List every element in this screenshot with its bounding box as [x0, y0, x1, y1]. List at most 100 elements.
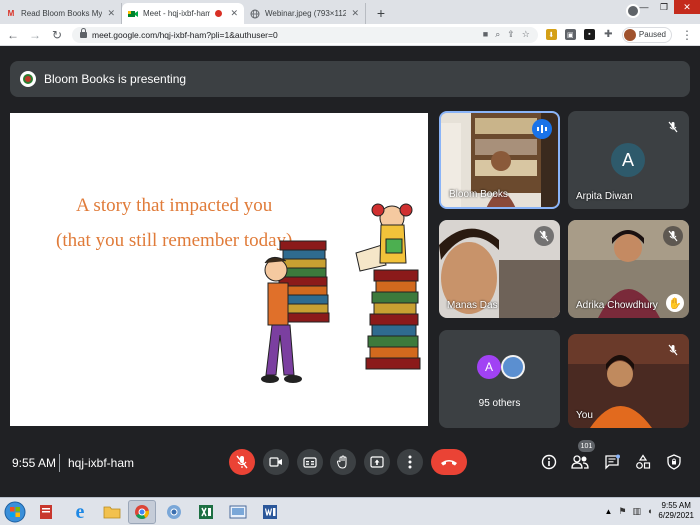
taskbar-app[interactable]: [224, 500, 252, 524]
reload-icon[interactable]: ↻: [50, 28, 64, 42]
presentation-slide[interactable]: A story that impacted you (that you stil…: [10, 113, 428, 426]
chrome-icon: [167, 505, 181, 519]
network-icon[interactable]: ▥: [632, 506, 641, 517]
back-arrow-icon[interactable]: ←: [6, 28, 20, 42]
pdf-app-icon: [40, 505, 52, 519]
close-tab-icon[interactable]: ✕: [107, 8, 115, 19]
action-center-flag-icon[interactable]: ⚑: [618, 506, 626, 517]
taskbar-app[interactable]: e: [66, 500, 94, 524]
tab-title: Meet - hqj-ixbf-ham: [143, 9, 211, 18]
participant-tile-manas-das[interactable]: Manas Das: [439, 220, 560, 318]
meeting-details-button[interactable]: [539, 452, 559, 472]
call-end-icon: [441, 460, 457, 466]
participant-tile-arpita-diwan[interactable]: A Arpita Diwan: [568, 111, 689, 209]
show-hidden-icons-icon[interactable]: ▲: [604, 507, 612, 516]
present-now-button[interactable]: [364, 449, 390, 475]
closed-captions-icon: [303, 456, 317, 468]
meeting-code: hqj-ixbf-ham: [68, 456, 135, 470]
participant-tile-adrika-chowdhury[interactable]: ✋ Adrika Chowdhury: [568, 220, 689, 318]
participant-tile-others[interactable]: A 95 others: [439, 330, 560, 428]
taskbar-app[interactable]: [98, 500, 126, 524]
taskbar-app[interactable]: [32, 500, 60, 524]
participant-name: Adrika Chowdhury: [576, 300, 658, 311]
profile-button[interactable]: Paused: [621, 26, 672, 43]
windows-taskbar: e ▲ ⚑ ▥ ◖ 9:55 AM 6/29/2021: [0, 497, 700, 525]
lock-icon[interactable]: [80, 27, 87, 38]
chrome-icon: [135, 505, 150, 519]
camera-in-use-icon[interactable]: ■: [483, 29, 488, 40]
tab-gmail[interactable]: M Read Bloom Books Mystery Read ✕: [0, 3, 122, 24]
zoom-icon[interactable]: ⌕: [495, 29, 500, 40]
avatar: [623, 28, 636, 41]
volume-icon[interactable]: ◖: [647, 506, 652, 516]
internet-explorer-icon: e: [75, 500, 85, 523]
divider: [59, 454, 60, 472]
camera-toggle-button[interactable]: [263, 449, 289, 475]
tab-meet[interactable]: Meet - hqj-ixbf-ham ✕: [122, 3, 244, 24]
raised-hand-icon: ✋: [666, 294, 684, 312]
close-window-icon[interactable]: ✕: [674, 0, 700, 14]
forward-arrow-icon[interactable]: →: [28, 28, 42, 42]
kids-with-books-illustration: [261, 203, 421, 383]
chat-icon: [605, 454, 620, 470]
activities-shapes-icon: [636, 454, 651, 469]
system-tray: ▲ ⚑ ▥ ◖ 9:55 AM 6/29/2021: [604, 501, 694, 521]
extension-icon[interactable]: ▣: [564, 29, 576, 40]
tab-title: Read Bloom Books Mystery Read: [21, 9, 103, 18]
share-icon[interactable]: ⇪: [507, 29, 515, 40]
address-bar[interactable]: meet.google.com/hqj-ixbf-ham?pli=1&authu…: [72, 26, 538, 43]
bloom-books-logo-icon: [20, 71, 36, 87]
leave-call-button[interactable]: [431, 449, 467, 475]
raise-hand-button[interactable]: [330, 449, 356, 475]
mic-off-icon: [236, 455, 248, 469]
participant-tile-you[interactable]: You: [568, 334, 689, 428]
captions-button[interactable]: [297, 449, 323, 475]
taskbar-app[interactable]: [192, 500, 220, 524]
excel-icon: [199, 505, 213, 519]
maximize-icon[interactable]: ❐: [654, 0, 674, 14]
chat-button[interactable]: [602, 452, 622, 472]
activities-button[interactable]: [633, 452, 653, 472]
clock-date: 6/29/2021: [658, 511, 694, 520]
tab-webinar[interactable]: Webinar.jpeg (793×1122) ✕: [244, 3, 366, 24]
extensions-puzzle-icon[interactable]: ✚: [603, 29, 614, 40]
minimize-icon[interactable]: —: [634, 0, 654, 14]
url-text: meet.google.com/hqj-ixbf-ham?pli=1&authu…: [92, 29, 278, 40]
hand-icon: [336, 455, 347, 469]
close-tab-icon[interactable]: ✕: [351, 8, 359, 19]
people-count-badge: 101: [578, 440, 595, 452]
people-button[interactable]: [570, 452, 590, 472]
taskbar-app[interactable]: [256, 500, 284, 524]
close-tab-icon[interactable]: ✕: [230, 8, 238, 19]
start-button[interactable]: [4, 501, 26, 523]
more-options-button[interactable]: [397, 449, 423, 475]
participant-name: Bloom Books: [449, 189, 508, 200]
participant-name: Manas Das: [447, 300, 498, 311]
taskbar-clock[interactable]: 9:55 AM 6/29/2021: [658, 501, 694, 521]
participant-tile-bloom-books[interactable]: Bloom Books: [439, 111, 560, 209]
menu-kebab-icon[interactable]: ⋮: [680, 28, 694, 42]
taskbar-app-chrome[interactable]: [128, 500, 156, 524]
mic-off-icon: [663, 117, 683, 137]
others-count: 95 others: [478, 398, 521, 409]
participant-name: Arpita Diwan: [576, 191, 633, 202]
host-controls-button[interactable]: [664, 452, 684, 472]
mic-toggle-button[interactable]: [229, 449, 255, 475]
new-tab-button[interactable]: +: [372, 4, 390, 22]
clock-time: 9:55 AM: [661, 501, 691, 510]
folder-icon: [103, 506, 121, 519]
mic-off-icon: [663, 226, 683, 246]
shield-lock-icon: [667, 454, 681, 470]
avatar: A: [611, 143, 645, 177]
browser-toolbar: ← → ↻ meet.google.com/hqj-ixbf-ham?pli=1…: [0, 24, 700, 46]
gmail-icon: M: [7, 9, 15, 18]
bookmark-star-icon[interactable]: ☆: [522, 29, 530, 40]
tab-title: Webinar.jpeg (793×1122): [265, 9, 347, 18]
extension-icon[interactable]: ▪: [583, 29, 595, 40]
mic-off-icon: [534, 226, 554, 246]
recording-indicator-icon: [215, 10, 223, 17]
taskbar-app[interactable]: [160, 500, 188, 524]
extension-icon[interactable]: ⬇: [545, 29, 557, 40]
more-vert-icon: [408, 455, 412, 469]
screenshot-tool-icon: [229, 505, 247, 519]
